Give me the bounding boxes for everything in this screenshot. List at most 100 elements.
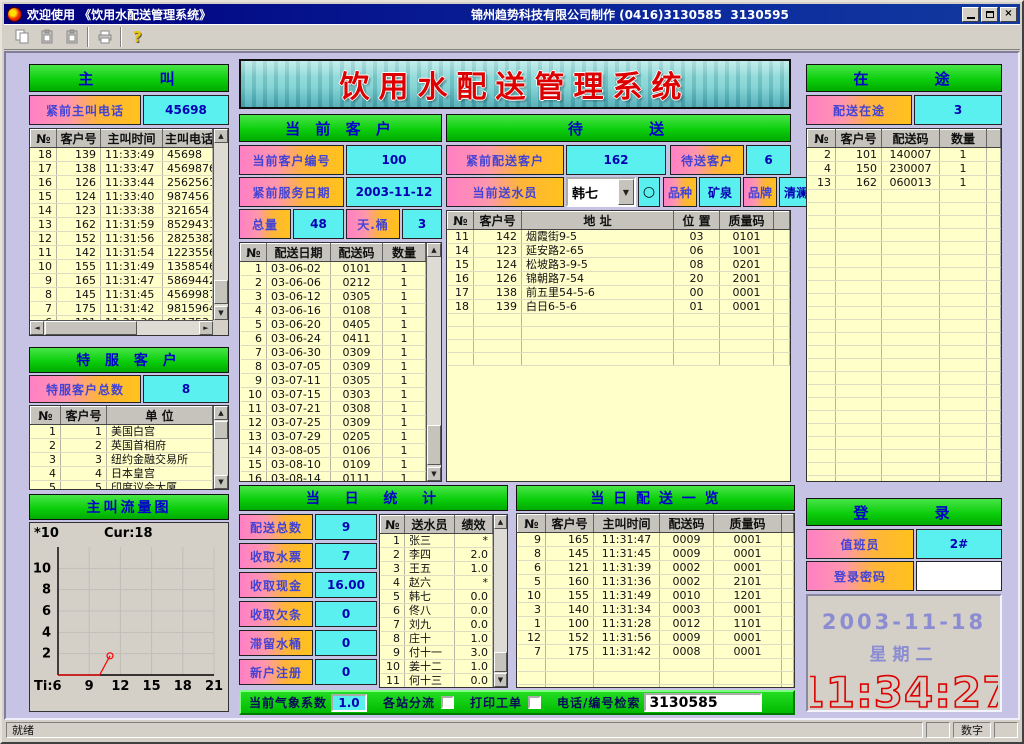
column-header[interactable]: 配送码 (331, 244, 383, 262)
vertical-scrollbar[interactable]: ▲ ▼ (213, 129, 228, 320)
table-row[interactable]: 1003-07-1503031 (241, 388, 426, 402)
column-header[interactable]: 配送码 (660, 515, 714, 533)
table-row[interactable]: 110011:31:2800121101 (518, 617, 794, 631)
table-row[interactable]: 814511:31:454569987 (31, 288, 213, 302)
table-row[interactable]: 3王五1.0 (381, 562, 493, 576)
table-row[interactable]: 703-06-3003091 (241, 346, 426, 360)
table-row[interactable]: 9付十一3.0 (381, 646, 493, 660)
table-row[interactable]: 403-06-1601081 (241, 304, 426, 318)
table-row[interactable]: 1015511:31:4900101201 (518, 589, 794, 603)
table-row[interactable]: 1215211:31:562825382 (31, 232, 213, 246)
table-row[interactable]: 916511:31:475869442 (31, 274, 213, 288)
table-row[interactable]: 203-06-0602121 (241, 276, 426, 290)
vertical-scrollbar[interactable]: ▲ ▼ (493, 515, 507, 687)
station-split-checkbox[interactable] (441, 696, 454, 709)
worker-circle-button[interactable]: ○ (638, 177, 660, 207)
table-row[interactable]: 4赵六* (381, 576, 493, 590)
table-row[interactable]: 22英国首相府 (31, 439, 213, 453)
paste-special-button[interactable] (59, 26, 84, 48)
table-row[interactable]: 1412311:33:38321654 (31, 204, 213, 218)
table-row[interactable]: 303-06-1203051 (241, 290, 426, 304)
table-row[interactable]: 16126锦朝路7-54202001 (448, 272, 790, 286)
column-header[interactable]: 位 置 (674, 212, 720, 230)
column-header[interactable]: 客户号 (61, 407, 107, 425)
table-row[interactable]: 10姜十二1.0 (381, 660, 493, 674)
vertical-scrollbar[interactable]: ▲ ▼ (426, 243, 441, 481)
scroll-down-button[interactable]: ▼ (214, 306, 228, 320)
table-row[interactable]: 503-06-2004051 (241, 318, 426, 332)
table-row[interactable]: 603-06-2404111 (241, 332, 426, 346)
table-row[interactable]: 14123延安路2-65061001 (448, 244, 790, 258)
scroll-left-button[interactable]: ◄ (30, 321, 44, 335)
table-row[interactable]: 1215211:31:5600090001 (518, 631, 794, 645)
column-header[interactable]: 地 址 (522, 212, 674, 230)
scroll-right-button[interactable]: ► (199, 321, 213, 335)
table-row[interactable]: 8庄十1.0 (381, 632, 493, 646)
column-header[interactable]: 主叫电话 (163, 130, 213, 148)
scroll-thumb[interactable] (214, 421, 228, 439)
horizontal-scrollbar[interactable]: ◄ ► (30, 320, 213, 335)
copy-button[interactable] (9, 26, 34, 48)
table-row[interactable]: 6佟八0.0 (381, 604, 493, 618)
table-row[interactable]: 1713811:33:474569876 (31, 162, 213, 176)
table-row[interactable]: 717511:31:429815964 (31, 302, 213, 316)
column-header[interactable]: № (31, 130, 57, 148)
column-header[interactable]: 客户号 (836, 130, 882, 148)
table-row[interactable]: 612111:31:3900020001 (518, 561, 794, 575)
chevron-down-icon[interactable]: ▼ (618, 179, 634, 205)
column-header[interactable]: № (31, 407, 61, 425)
column-header[interactable]: № (448, 212, 474, 230)
minimize-button[interactable] (962, 7, 979, 22)
column-header[interactable]: № (241, 244, 267, 262)
column-header[interactable]: 主叫时间 (101, 130, 163, 148)
scroll-up-button[interactable]: ▲ (494, 515, 507, 529)
table-row[interactable]: 1203-07-2503091 (241, 416, 426, 430)
table-row[interactable]: 11何十三0.0 (381, 674, 493, 688)
column-header[interactable]: 质量码 (714, 515, 782, 533)
table-row[interactable]: 44日本皇宫 (31, 467, 213, 481)
column-header[interactable]: 客户号 (546, 515, 594, 533)
table-row[interactable]: 1813911:33:4945698 (31, 148, 213, 162)
vertical-scrollbar[interactable]: ▲ ▼ (213, 406, 228, 489)
title-bar[interactable]: 欢迎使用 《饮用水配送管理系统》 锦州趋势科技有限公司制作 (0416)3130… (4, 4, 1020, 24)
column-header[interactable]: 数量 (383, 244, 426, 262)
scroll-down-button[interactable]: ▼ (214, 475, 228, 489)
table-row[interactable]: 17138前五里54-5-6000001 (448, 286, 790, 300)
scroll-thumb[interactable] (214, 280, 228, 304)
column-header[interactable]: 质量码 (720, 212, 774, 230)
column-header[interactable]: 主叫时间 (594, 515, 660, 533)
scroll-thumb[interactable] (494, 652, 507, 672)
table-row[interactable]: 1403-08-0501061 (241, 444, 426, 458)
column-header[interactable]: № (518, 515, 546, 533)
scroll-up-button[interactable]: ▲ (214, 406, 228, 420)
table-row[interactable]: 314011:31:3400030001 (518, 603, 794, 617)
table-row[interactable]: 18139白日6-5-6010001 (448, 300, 790, 314)
table-row[interactable]: 11美国白宫 (31, 425, 213, 439)
close-button[interactable]: × (1000, 7, 1017, 22)
scroll-down-button[interactable]: ▼ (427, 467, 441, 481)
table-row[interactable]: 1114211:31:541223556 (31, 246, 213, 260)
table-row[interactable]: 11142烟霞街9-5030101 (448, 230, 790, 244)
table-row[interactable]: 916511:31:4700090001 (518, 533, 794, 547)
column-header[interactable]: 客户号 (57, 130, 101, 148)
table-row[interactable]: 814511:31:4500090001 (518, 547, 794, 561)
table-row[interactable]: 717511:31:4200080001 (518, 645, 794, 659)
scroll-thumb[interactable] (45, 321, 137, 335)
table-row[interactable]: 131620600131 (808, 176, 1001, 190)
weather-coefficient-input[interactable] (331, 694, 367, 712)
column-header[interactable]: 配送日期 (267, 244, 331, 262)
table-row[interactable]: 1张三* (381, 534, 493, 548)
table-row[interactable]: 5韩七0.0 (381, 590, 493, 604)
table-row[interactable]: 1512411:33:40987456 (31, 190, 213, 204)
table-row[interactable]: 516011:31:3600022101 (518, 575, 794, 589)
table-row[interactable]: 903-07-1103051 (241, 374, 426, 388)
table-row[interactable]: 55印度议会大厦 (31, 481, 213, 490)
table-row[interactable]: 1103-07-2103081 (241, 402, 426, 416)
table-row[interactable]: 1015511:31:491358546 (31, 260, 213, 274)
table-row[interactable]: 1303-07-2902051 (241, 430, 426, 444)
column-header[interactable]: 送水员 (405, 516, 455, 534)
scroll-thumb[interactable] (427, 425, 441, 465)
scroll-up-button[interactable]: ▲ (214, 129, 228, 143)
column-header[interactable]: № (381, 516, 405, 534)
table-row[interactable]: 1603-08-1401111 (241, 472, 426, 482)
